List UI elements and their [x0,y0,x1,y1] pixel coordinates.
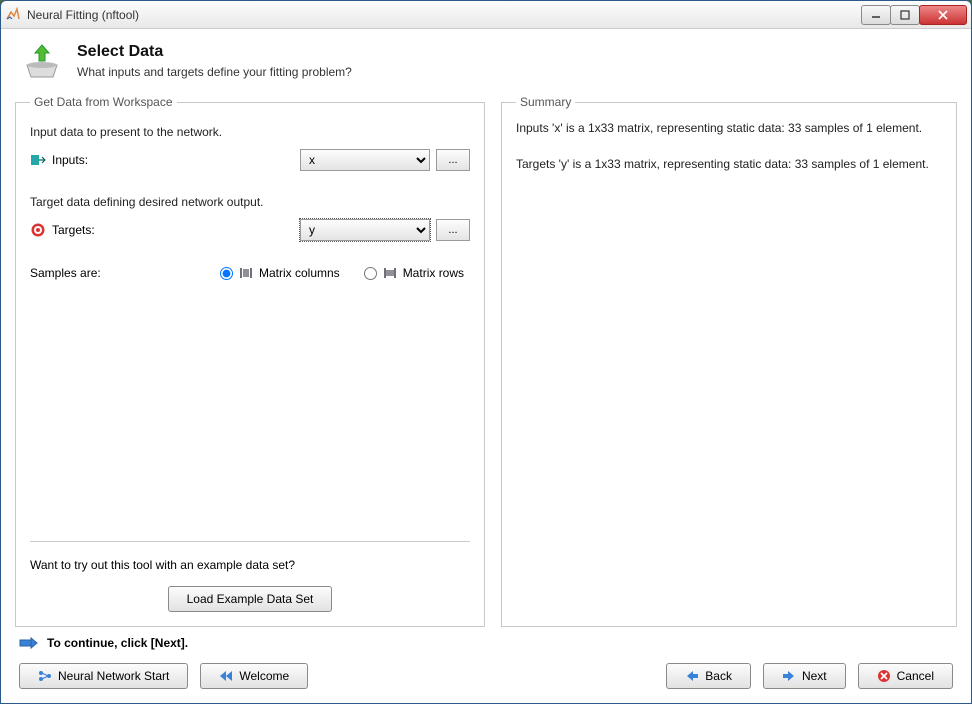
next-button[interactable]: Next [763,663,846,689]
network-icon [38,669,52,683]
arrow-right-icon [19,635,39,651]
summary-panel: Summary Inputs 'x' is a 1x33 matrix, rep… [501,95,957,627]
inputs-label: Inputs: [52,153,88,167]
targets-browse-button[interactable]: ... [436,219,470,241]
get-data-legend: Get Data from Workspace [30,95,177,109]
minimize-button[interactable] [861,5,891,25]
matrix-columns-radio[interactable]: Matrix columns [220,265,340,281]
download-tray-icon [21,43,63,85]
example-text: Want to try out this tool with an exampl… [30,558,470,572]
targets-select[interactable]: y [300,219,430,241]
cancel-button[interactable]: Cancel [858,663,953,689]
next-icon [782,670,796,682]
get-data-panel: Get Data from Workspace Input data to pr… [15,95,485,627]
summary-targets-text: Targets 'y' is a 1x33 matrix, representi… [516,155,942,173]
page-header: Select Data What inputs and targets defi… [15,39,957,95]
matrix-rows-radio[interactable]: Matrix rows [364,265,464,281]
close-button[interactable] [919,5,967,25]
targets-description: Target data defining desired network out… [30,195,470,209]
summary-legend: Summary [516,95,575,109]
back-icon [685,670,699,682]
divider [30,541,470,542]
cancel-icon [877,669,891,683]
matlab-icon [5,7,21,23]
samples-label: Samples are: [30,266,220,280]
rewind-icon [219,670,233,682]
inputs-browse-button[interactable]: ... [436,149,470,171]
window-title: Neural Fitting (nftool) [27,8,862,22]
maximize-button[interactable] [890,5,920,25]
load-example-button[interactable]: Load Example Data Set [168,586,333,612]
page-title: Select Data [77,43,352,61]
page-subtitle: What inputs and targets define your fitt… [77,65,352,79]
inputs-icon [30,152,46,168]
inputs-select[interactable]: x [300,149,430,171]
welcome-button[interactable]: Welcome [200,663,308,689]
footer-hint: To continue, click [Next]. [15,627,957,659]
app-window: Neural Fitting (nftool) Select Data What… [0,0,972,704]
targets-icon [30,222,46,238]
targets-label: Targets: [52,223,95,237]
window-controls [862,5,967,25]
matrix-columns-icon [238,265,254,281]
summary-inputs-text: Inputs 'x' is a 1x33 matrix, representin… [516,119,942,137]
back-button[interactable]: Back [666,663,751,689]
content-area: Select Data What inputs and targets defi… [1,29,971,703]
footer-buttons: Neural Network Start Welcome Back Next [15,659,957,693]
titlebar[interactable]: Neural Fitting (nftool) [1,1,971,29]
neural-network-start-button[interactable]: Neural Network Start [19,663,188,689]
matrix-rows-icon [382,265,398,281]
inputs-description: Input data to present to the network. [30,125,470,139]
